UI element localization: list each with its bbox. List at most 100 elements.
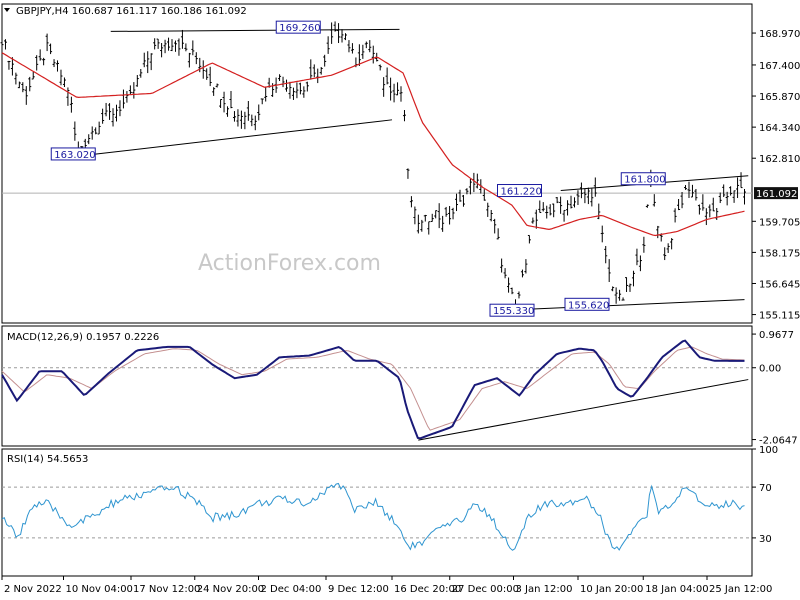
price-annotation: 155.620 [564,297,610,311]
ohlc-bar [673,208,677,223]
ohlc-bar [583,188,587,204]
ohlc-bar [73,121,77,141]
ohlc-bar [295,82,299,99]
macd-pane[interactable]: MACD(12,26,9) 0.1957 0.2226 0.96770.00-2… [1,325,798,447]
ohlc-bar [382,77,386,97]
ohlc-bar [357,44,361,67]
rsi-level-lines [2,486,752,539]
ohlc-bar [708,204,712,218]
ohlc-bar [541,202,545,212]
ohlc-bar [725,191,729,206]
ohlc-bar [531,217,535,224]
ohlc-bar [219,99,223,109]
x-tick-label: 27 Dec 00:00 [452,584,519,595]
ohlc-bar [278,74,282,82]
ohlc-bar [451,207,455,220]
macd-main-line [1,339,745,440]
ohlc-bar [163,39,167,54]
ohlc-bar [239,110,243,129]
ohlc-bar [409,196,413,208]
annotation-label: 169.260 [279,23,320,34]
ohlc-bar [566,200,570,216]
collapse-arrow-icon[interactable] [4,8,10,12]
ohlc-bar [732,190,736,203]
x-tick-label: 17 Nov 12:00 [133,584,200,595]
ohlc-bar [711,197,715,212]
macd-lines [1,339,745,440]
ohlc-bar [69,96,73,113]
ohlc-bar [291,87,295,100]
price-pane[interactable]: GBPJPY,H4 160.687 161.117 160.186 161.09… [0,3,800,324]
ohlc-bar [323,54,327,67]
ohlc-bar [31,71,35,80]
ohlc-bar [593,177,597,197]
ohlc-bar [49,43,53,55]
ohlc-bar [222,91,226,113]
ohlc-bar [552,203,556,218]
ohlc-bar [701,194,705,211]
ohlc-bar [368,40,372,53]
ohlc-bar [264,87,268,102]
ohlc-bar [330,22,334,44]
ohlc-bar [0,34,4,53]
ohlc-bar [722,184,726,197]
ohlc-bar [132,82,136,99]
ohlc-bar [406,168,410,179]
ohlc-bar [114,104,118,122]
ohlc-bar [455,193,459,212]
y-tick-label: 167.400 [759,61,800,72]
ohlc-bar [326,36,330,54]
ohlc-bar [413,206,417,225]
ohlc-bar [184,43,188,52]
ohlc-bar [524,259,528,274]
ohlc-bar [104,102,108,117]
ohlc-bar [697,204,701,215]
rsi-pane[interactable]: RSI(14) 54.5653 100 70 30 [1,445,778,577]
ohlc-bar [631,270,635,287]
ohlc-bar [343,33,347,41]
ohlc-bar [257,104,261,121]
ohlc-bar [194,52,198,65]
ohlc-bar [534,209,538,229]
x-tick-label: 10 Nov 04:00 [66,584,133,595]
ohlc-bar [635,248,639,266]
ohlc-bar [128,85,132,95]
ohlc-bar [618,289,622,301]
trendline [515,299,745,311]
ohlc-bar [42,57,46,66]
ohlc-bar [704,208,708,226]
ohlc-bar [441,215,445,232]
y-tick-label: 30 [759,534,772,545]
ohlc-bar [135,75,139,87]
ohlc-bar [316,68,320,84]
ohlc-bar [666,243,670,253]
ohlc-bar [677,198,681,211]
ohlc-bar [309,59,313,80]
ohlc-bar [305,81,309,92]
ohlc-bar [586,187,590,205]
ohlc-bar [340,29,344,43]
ohlc-bar [101,108,105,124]
y-tick-label: 0.00 [759,364,781,375]
ohlc-bar [645,204,649,208]
ohlc-bar [559,196,563,214]
ohlc-bar [545,205,549,219]
y-tick-label: 168.970 [759,29,800,40]
ohlc-bar [288,81,292,99]
ohlc-bar [87,134,91,145]
annotation-label: 161.220 [501,187,542,198]
ohlc-bar [38,49,42,61]
ohlc-bar [312,64,316,78]
ohlc-bar [232,111,236,122]
ohlc-bar [97,121,101,135]
ohlc-bar [212,87,216,96]
ohlc-bar [361,44,365,59]
x-tick-label: 10 Jan 20:00 [580,584,643,595]
ohlc-bar [347,40,351,53]
ohlc-bar [160,43,164,58]
ohlc-bar [402,110,406,122]
ohlc-bar [364,41,368,49]
ohlc-bar [111,108,115,127]
ohlc-bar [177,38,181,56]
ohlc-bar [493,218,497,234]
